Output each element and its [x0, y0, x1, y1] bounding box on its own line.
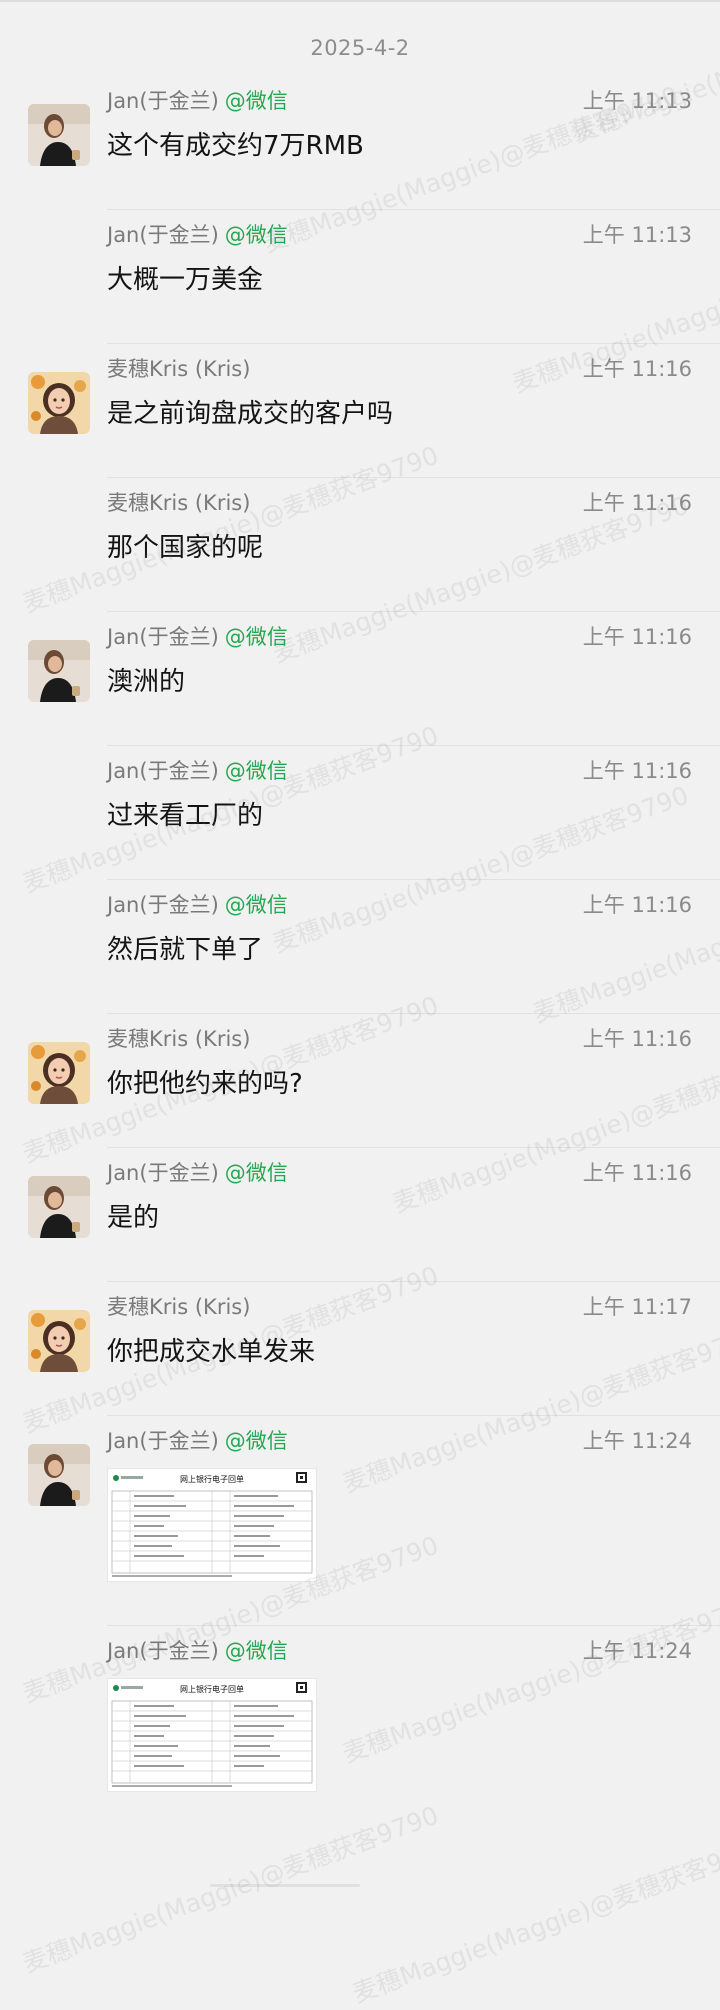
message-text: 你把他约来的吗?: [107, 1069, 303, 1099]
sender-line: Jan(于金兰) @微信: [107, 890, 288, 920]
wechat-source-label: @微信: [224, 893, 288, 917]
sender-line: Jan(于金兰) @微信: [107, 622, 288, 652]
message-text: 然后就下单了: [107, 935, 264, 965]
wechat-source-label: @微信: [224, 89, 288, 113]
bank-receipt-image[interactable]: 网上银行电子回单: [107, 1678, 317, 1792]
wechat-source-label: @微信: [224, 1429, 288, 1453]
wechat-source-label: @微信: [224, 1639, 288, 1663]
message-time: 上午 11:24: [582, 1429, 692, 1453]
sender-name: Jan(于金兰): [107, 625, 219, 649]
wechat-source-label: @微信: [224, 759, 288, 783]
jan-avatar-icon[interactable]: [28, 640, 90, 702]
sender-name: Jan(于金兰): [107, 1639, 219, 1663]
message-item[interactable]: Jan(于金兰) @微信 上午 11:13 大概一万美金: [0, 220, 720, 350]
kris-avatar-icon[interactable]: [28, 1310, 90, 1372]
sender-line: 麦穗Kris (Kris): [107, 1024, 256, 1054]
sender-line: Jan(于金兰) @微信: [107, 86, 288, 116]
message-item[interactable]: Jan(于金兰) @微信 上午 11:13 这个有成交约7万RMB: [0, 86, 720, 216]
date-header: 2025-4-2: [310, 36, 410, 60]
message-text: 你把成交水单发来: [107, 1337, 316, 1367]
message-divider: [107, 611, 720, 612]
message-divider: [107, 343, 720, 344]
message-divider: [107, 1013, 720, 1014]
sender-line: 麦穗Kris (Kris): [107, 354, 256, 384]
message-divider: [107, 1281, 720, 1282]
receipt-title: 网上银行电子回单: [180, 1684, 244, 1694]
sender-name: 麦穗Kris (Kris): [107, 357, 251, 381]
watermark: 麦穗Maggie(Maggie)@麦穗获客9790: [348, 1830, 720, 2009]
message-item[interactable]: Jan(于金兰) @微信 上午 11:16 然后就下单了: [0, 890, 720, 1020]
message-time: 上午 11:16: [582, 625, 692, 649]
message-item[interactable]: 麦穗Kris (Kris) 上午 11:17 你把成交水单发来: [0, 1292, 720, 1422]
sender-name: 麦穗Kris (Kris): [107, 1027, 251, 1051]
message-item[interactable]: 麦穗Kris (Kris) 上午 11:16 是之前询盘成交的客户吗: [0, 354, 720, 484]
sender-name: Jan(于金兰): [107, 1161, 219, 1185]
message-divider: [107, 745, 720, 746]
kris-avatar-icon[interactable]: [28, 1042, 90, 1104]
message-time: 上午 11:16: [582, 491, 692, 515]
sender-name: Jan(于金兰): [107, 759, 219, 783]
message-divider: [107, 477, 720, 478]
sender-line: Jan(于金兰) @微信: [107, 220, 288, 250]
message-time: 上午 11:16: [582, 1161, 692, 1185]
message-divider: [107, 1415, 720, 1416]
sender-name: 麦穗Kris (Kris): [107, 1295, 251, 1319]
sender-name: 麦穗Kris (Kris): [107, 491, 251, 515]
message-time: 上午 11:16: [582, 893, 692, 917]
message-time: 上午 11:16: [582, 759, 692, 783]
wechat-source-label: @微信: [224, 223, 288, 247]
sender-name: Jan(于金兰): [107, 893, 219, 917]
message-text: 是之前询盘成交的客户吗: [107, 399, 394, 429]
scroll-indicator: [210, 1884, 360, 1887]
message-divider: [107, 209, 720, 210]
sender-line: Jan(于金兰) @微信: [107, 1636, 288, 1666]
receipt-title: 网上银行电子回单: [180, 1474, 244, 1484]
message-time: 上午 11:24: [582, 1639, 692, 1663]
message-divider: [107, 1147, 720, 1148]
message-time: 上午 11:13: [582, 89, 692, 113]
top-divider: [0, 0, 720, 2]
jan-avatar-icon[interactable]: [28, 104, 90, 166]
message-time: 上午 11:16: [582, 357, 692, 381]
message-time: 上午 11:13: [582, 223, 692, 247]
message-item[interactable]: 麦穗Kris (Kris) 上午 11:16 你把他约来的吗?: [0, 1024, 720, 1154]
message-time: 上午 11:17: [582, 1295, 692, 1319]
sender-line: Jan(于金兰) @微信: [107, 756, 288, 786]
sender-name: Jan(于金兰): [107, 89, 219, 113]
message-time: 上午 11:16: [582, 1027, 692, 1051]
message-item[interactable]: Jan(于金兰) @微信 上午 11:24 网上银行电子回单: [0, 1426, 720, 1632]
message-text: 那个国家的呢: [107, 533, 264, 563]
bank-receipt-image[interactable]: 网上银行电子回单: [107, 1468, 317, 1582]
sender-line: Jan(于金兰) @微信: [107, 1426, 288, 1456]
kris-avatar-icon[interactable]: [28, 372, 90, 434]
message-divider: [107, 879, 720, 880]
message-item[interactable]: Jan(于金兰) @微信 上午 11:16 是的: [0, 1158, 720, 1288]
message-divider: [107, 1625, 720, 1626]
message-item[interactable]: 麦穗Kris (Kris) 上午 11:16 那个国家的呢: [0, 488, 720, 618]
message-text: 是的: [107, 1203, 160, 1233]
sender-line: 麦穗Kris (Kris): [107, 488, 256, 518]
sender-name: Jan(于金兰): [107, 223, 219, 247]
message-item[interactable]: Jan(于金兰) @微信 上午 11:16 澳洲的: [0, 622, 720, 752]
message-item[interactable]: Jan(于金兰) @微信 上午 11:24 网上银行电子回单: [0, 1636, 720, 1842]
message-text: 澳洲的: [107, 667, 186, 697]
message-item[interactable]: Jan(于金兰) @微信 上午 11:16 过来看工厂的: [0, 756, 720, 886]
message-text: 这个有成交约7万RMB: [107, 131, 364, 161]
wechat-source-label: @微信: [224, 1161, 288, 1185]
sender-name: Jan(于金兰): [107, 1429, 219, 1453]
jan-avatar-icon[interactable]: [28, 1444, 90, 1506]
wechat-source-label: @微信: [224, 625, 288, 649]
jan-avatar-icon[interactable]: [28, 1176, 90, 1238]
message-text: 过来看工厂的: [107, 801, 264, 831]
message-text: 大概一万美金: [107, 265, 264, 295]
sender-line: 麦穗Kris (Kris): [107, 1292, 256, 1322]
sender-line: Jan(于金兰) @微信: [107, 1158, 288, 1188]
